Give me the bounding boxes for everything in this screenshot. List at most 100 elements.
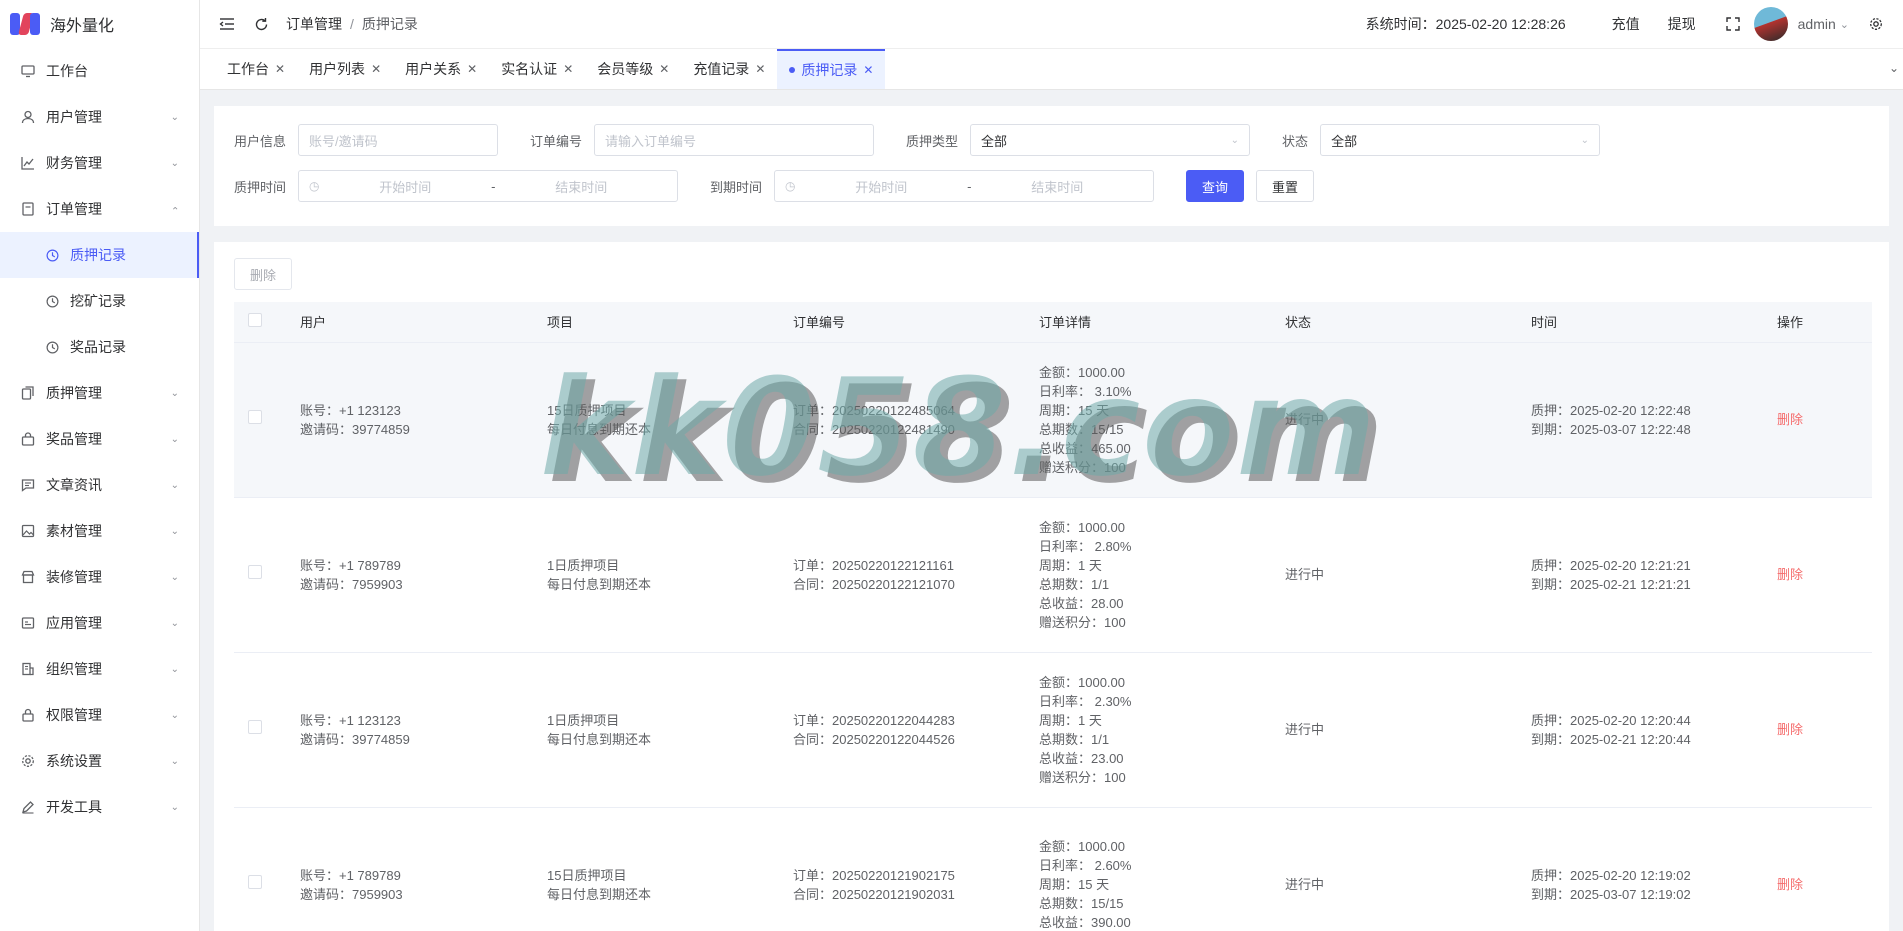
close-icon[interactable]: ✕	[371, 62, 381, 76]
sidebar-item-pledge-records[interactable]: 质押记录	[0, 232, 199, 278]
withdraw-link[interactable]: 提现	[1668, 14, 1696, 34]
time-cell: 质押：2025-02-20 12:20:44 到期：2025-02-21 12:2…	[1521, 652, 1767, 808]
sidebar-item-dashboard[interactable]: 工作台	[0, 48, 199, 94]
gear-icon[interactable]	[1867, 15, 1885, 33]
table-row[interactable]: 账号：+1 123123 邀请码：39774859 15日质押项目 每日付息到期还本…	[234, 342, 1872, 498]
select-all-cell	[234, 302, 290, 343]
sidebar-item-pledge[interactable]: 质押管理 ⌄	[0, 370, 199, 416]
tab-recharge-records[interactable]: 充值记录 ✕	[681, 49, 777, 89]
username[interactable]: admin	[1798, 16, 1836, 32]
sidebar-item-settings[interactable]: 系统设置 ⌄	[0, 738, 199, 784]
project-cell: 1日质押项目每日付息到期还本	[537, 497, 783, 653]
select-all-checkbox[interactable]	[248, 313, 262, 328]
order-no: 订单：20250220121902175	[793, 867, 955, 883]
fullscreen-icon[interactable]	[1724, 15, 1742, 33]
row-select-cell	[234, 807, 290, 931]
avatar[interactable]	[1753, 7, 1788, 41]
row-checkbox[interactable]	[248, 720, 262, 734]
row-checkbox[interactable]	[248, 875, 262, 889]
tab-real-name[interactable]: 实名认证 ✕	[489, 49, 585, 89]
tab-label: 用户关系	[405, 61, 462, 77]
expire-time: 到期：2025-02-21 12:21:21	[1531, 576, 1691, 592]
gear-icon	[20, 753, 36, 769]
filter-row: 质押时间 ◷ 开始时间 - 结束时间 到期时间 ◷ 开始时间 - 结束时间 查询	[234, 170, 1869, 202]
search-button[interactable]: 查询	[1186, 170, 1245, 202]
column-header: 项目	[537, 302, 783, 343]
sidebar-item-orders[interactable]: 订单管理 ⌄	[0, 186, 199, 232]
reset-button[interactable]: 重置	[1256, 170, 1315, 202]
table-row[interactable]: 账号：+1 789789 邀请码：7959903 15日质押项目 每日付息到期还本 …	[234, 807, 1872, 931]
tab-user-relations[interactable]: 用户关系 ✕	[393, 49, 489, 89]
sidebar-item-users[interactable]: 用户管理 ⌄	[0, 94, 199, 140]
details-cell: 金额：1000.00 日利率： 2.80% 周期：1 天总期数：1/1 总收益：28.…	[1029, 497, 1275, 653]
order-no: 订单：20250220122044283	[793, 712, 955, 728]
batch-delete-button[interactable]: 删除	[234, 258, 293, 290]
app-title: 海外量化	[50, 18, 115, 35]
delete-link[interactable]: 删除	[1777, 567, 1803, 582]
order-no-input[interactable]: 请输入订单编号	[594, 124, 875, 156]
pledge-type-value: 全部	[981, 133, 1008, 149]
sidebar-item-label: 质押管理	[46, 385, 102, 401]
sidebar-item-finance[interactable]: 财务管理 ⌄	[0, 140, 199, 186]
delete-link[interactable]: 删除	[1777, 412, 1803, 427]
end-placeholder: 结束时间	[555, 179, 608, 195]
tab-pledge-records[interactable]: 质押记录 ✕	[777, 49, 886, 89]
close-icon[interactable]: ✕	[563, 62, 573, 76]
pledge-time-range[interactable]: ◷ 开始时间 - 结束时间	[298, 170, 679, 202]
sidebar-item-decoration[interactable]: 装修管理 ⌄	[0, 554, 199, 600]
chevron-down-icon[interactable]: ⌄	[1840, 18, 1849, 31]
invite-code: 邀请码：7959903	[300, 886, 403, 902]
pledge-type-select[interactable]: 全部 ⌄	[970, 124, 1251, 156]
row-checkbox[interactable]	[248, 565, 262, 579]
status-value: 全部	[1331, 133, 1358, 149]
user-cell: 账号：+1 789789 邀请码：7959903	[290, 497, 537, 653]
refresh-icon[interactable]	[252, 15, 270, 33]
sidebar-item-label: 奖品记录	[70, 339, 126, 355]
close-icon[interactable]: ✕	[275, 62, 285, 76]
tab-user-list[interactable]: 用户列表 ✕	[297, 49, 393, 89]
sidebar-item-prizes[interactable]: 奖品管理 ⌄	[0, 416, 199, 462]
chevron-down-icon[interactable]: ⌄	[1889, 61, 1899, 75]
detail-line: 日利率： 2.30%	[1039, 693, 1132, 709]
breadcrumb-item[interactable]: 订单管理	[286, 16, 342, 32]
project-desc: 每日付息到期还本	[547, 421, 652, 437]
table-row[interactable]: 账号：+1 789789 邀请码：7959903 1日质押项目 每日付息到期还本 订…	[234, 497, 1872, 653]
sidebar-item-devtools[interactable]: 开发工具 ⌄	[0, 784, 199, 830]
tab-label: 用户列表	[309, 61, 366, 77]
delete-link[interactable]: 删除	[1777, 722, 1803, 737]
expire-time: 到期：2025-03-07 12:22:48	[1531, 421, 1691, 437]
tab-member-level[interactable]: 会员等级 ✕	[585, 49, 681, 89]
row-select-cell	[234, 652, 290, 808]
sidebar-item-mining-records[interactable]: 挖矿记录	[0, 278, 199, 324]
tab-dashboard[interactable]: 工作台 ✕	[215, 49, 297, 89]
sidebar-item-label: 用户管理	[46, 109, 102, 125]
chevron-down-icon: ⌄	[1580, 134, 1590, 146]
project-name: 1日质押项目	[547, 557, 620, 573]
sidebar-item-organization[interactable]: 组织管理 ⌄	[0, 646, 199, 692]
sidebar-item-prize-records[interactable]: 奖品记录	[0, 324, 199, 370]
app-icon	[20, 615, 36, 631]
tab-label: 质押记录	[801, 62, 858, 78]
sidebar-item-apps[interactable]: 应用管理 ⌄	[0, 600, 199, 646]
order-no-placeholder: 请输入订单编号	[605, 133, 697, 149]
sidebar-item-articles[interactable]: 文章资讯 ⌄	[0, 462, 199, 508]
close-icon[interactable]: ✕	[467, 62, 477, 76]
menu-fold-icon[interactable]	[218, 15, 236, 33]
user-info-input[interactable]: 账号/邀请码	[298, 124, 499, 156]
delete-link[interactable]: 删除	[1777, 877, 1803, 892]
close-icon[interactable]: ✕	[755, 62, 765, 76]
sidebar-item-permissions[interactable]: 权限管理 ⌄	[0, 692, 199, 738]
invite-code: 邀请码：7959903	[300, 576, 403, 592]
sidebar: 海外量化 工作台 用户管理 ⌄ 财务管理 ⌄ 订单管理 ⌄ 质押记录 挖矿记录 …	[0, 0, 200, 931]
sidebar-item-materials[interactable]: 素材管理 ⌄	[0, 508, 199, 554]
expire-time-range[interactable]: ◷ 开始时间 - 结束时间	[774, 170, 1155, 202]
close-icon[interactable]: ✕	[659, 62, 669, 76]
start-placeholder: 开始时间	[855, 179, 908, 195]
detail-line: 总期数：15/15	[1039, 896, 1124, 911]
table-row[interactable]: 账号：+1 123123 邀请码：39774859 1日质押项目 每日付息到期还本 …	[234, 652, 1872, 808]
status-select[interactable]: 全部 ⌄	[1320, 124, 1601, 156]
recharge-link[interactable]: 充值	[1612, 14, 1640, 34]
close-icon[interactable]: ✕	[863, 63, 873, 77]
project-desc: 每日付息到期还本	[547, 576, 652, 592]
row-checkbox[interactable]	[248, 410, 262, 424]
